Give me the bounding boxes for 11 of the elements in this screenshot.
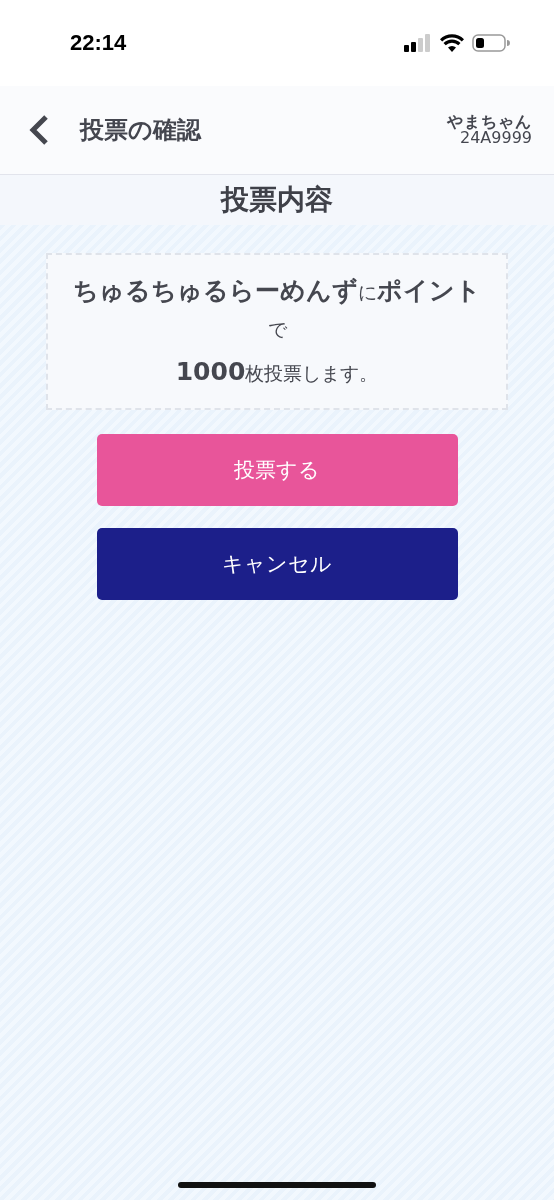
page-title: 投票の確認 — [80, 115, 203, 146]
signal-icon — [404, 34, 432, 52]
user-name: やまちゃん — [447, 114, 532, 130]
status-time: 22:14 — [70, 30, 127, 56]
wifi-icon — [440, 34, 464, 52]
cancel-button[interactable]: キャンセル — [96, 527, 458, 600]
vote-message: 1000枚投票します。 — [175, 356, 379, 388]
vote-message: ちゅるちゅるらーめんずにポイントで — [72, 275, 482, 342]
section-title: 投票内容 — [221, 182, 333, 218]
user-id: 24A9999 — [459, 130, 532, 146]
battery-icon — [472, 34, 510, 52]
